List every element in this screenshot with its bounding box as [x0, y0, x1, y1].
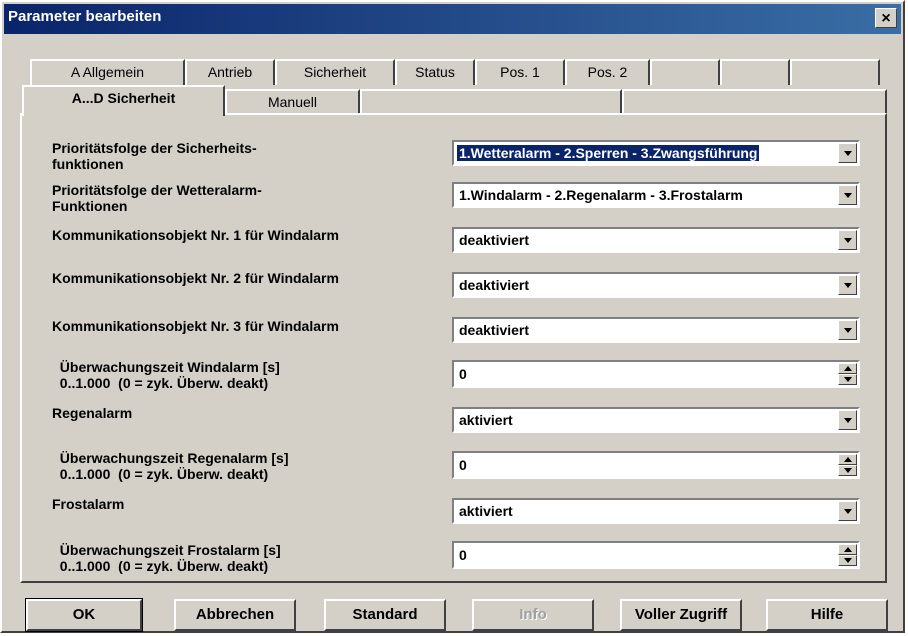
- select-value: deaktiviert: [459, 277, 530, 293]
- frost-alarm-select[interactable]: aktiviert: [452, 498, 860, 524]
- param-label-wind-monitor: Überwachungszeit Windalarm [s] 0..1.000 …: [59, 359, 280, 391]
- tab-sicherheit[interactable]: Sicherheit: [275, 59, 395, 85]
- spin-value: 0: [459, 547, 467, 563]
- param-label-frost-alarm: Frostalarm: [52, 496, 125, 512]
- param-label-rain-alarm: Regenalarm: [52, 405, 133, 421]
- tab-pos-2[interactable]: Pos. 2: [565, 59, 650, 85]
- tab-manuell[interactable]: Manuell: [225, 89, 360, 113]
- parameter-dialog: Parameter bearbeiten × A Allgemein Antri…: [0, 0, 905, 633]
- chevron-down-icon[interactable]: [838, 275, 857, 295]
- tab-empty-5[interactable]: [622, 89, 887, 113]
- chevron-down-icon[interactable]: [838, 320, 857, 340]
- chevron-down-icon[interactable]: [838, 185, 857, 205]
- spin-value: 0: [459, 457, 467, 473]
- close-button[interactable]: ×: [875, 8, 897, 28]
- chevron-down-icon[interactable]: [838, 501, 857, 521]
- comobj-1-select[interactable]: deaktiviert: [452, 227, 860, 253]
- spin-down-icon[interactable]: [838, 374, 857, 385]
- param-label-comobj-1: Kommunikationsobjekt Nr. 1 für Windalarm: [52, 227, 339, 243]
- chevron-down-icon[interactable]: [838, 230, 857, 250]
- comobj-2-select[interactable]: deaktiviert: [452, 272, 860, 298]
- weather-priority-select[interactable]: 1.Windalarm - 2.Regenalarm - 3.Frostalar…: [452, 182, 860, 208]
- info-button[interactable]: Info: [472, 599, 594, 631]
- select-value: deaktiviert: [459, 322, 530, 338]
- tab-pos-1[interactable]: Pos. 1: [475, 59, 565, 85]
- chevron-down-icon[interactable]: [838, 410, 857, 430]
- spin-up-icon[interactable]: [838, 363, 857, 374]
- spin-up-icon[interactable]: [838, 544, 857, 555]
- frost-monitor-time-input[interactable]: 0: [452, 541, 860, 569]
- tab-a-d-sicherheit[interactable]: A...D Sicherheit: [22, 85, 225, 116]
- param-label-comobj-2: Kommunikationsobjekt Nr. 2 für Windalarm: [52, 270, 339, 286]
- comobj-3-select[interactable]: deaktiviert: [452, 317, 860, 343]
- spin-up-icon[interactable]: [838, 454, 857, 465]
- select-value: deaktiviert: [459, 232, 530, 248]
- param-label-rain-monitor: Überwachungszeit Regenalarm [s] 0..1.000…: [59, 450, 289, 482]
- standard-button[interactable]: Standard: [324, 599, 446, 631]
- tab-empty-2[interactable]: [720, 59, 790, 85]
- full-access-button[interactable]: Voller Zugriff: [620, 599, 742, 631]
- select-value: aktiviert: [459, 412, 513, 428]
- ok-button[interactable]: OK: [25, 598, 143, 632]
- tab-antrieb[interactable]: Antrieb: [185, 59, 275, 85]
- wind-monitor-time-input[interactable]: 0: [452, 360, 860, 388]
- cancel-button[interactable]: Abbrechen: [174, 599, 296, 631]
- param-label-frost-monitor: Überwachungszeit Frostalarm [s] 0..1.000…: [59, 542, 281, 574]
- chevron-down-icon[interactable]: [838, 143, 857, 163]
- rain-alarm-select[interactable]: aktiviert: [452, 407, 860, 433]
- spin-value: 0: [459, 366, 467, 382]
- tab-empty-3[interactable]: [790, 59, 880, 85]
- tab-allgemein[interactable]: A Allgemein: [30, 59, 185, 85]
- title-bar[interactable]: Parameter bearbeiten ×: [4, 4, 901, 34]
- spin-down-icon[interactable]: [838, 465, 857, 476]
- security-priority-select[interactable]: 1.Wetteralarm - 2.Sperren - 3.Zwangsführ…: [452, 140, 860, 166]
- select-value: 1.Windalarm - 2.Regenalarm - 3.Frostalar…: [459, 187, 743, 203]
- select-value: 1.Wetteralarm - 2.Sperren - 3.Zwangsführ…: [455, 144, 761, 162]
- help-button[interactable]: Hilfe: [766, 599, 888, 631]
- param-label-security-priority: Prioritätsfolge der Sicherheits- funktio…: [52, 140, 257, 172]
- rain-monitor-time-input[interactable]: 0: [452, 451, 860, 479]
- window-title: Parameter bearbeiten: [8, 8, 162, 25]
- tab-status[interactable]: Status: [395, 59, 475, 85]
- param-label-comobj-3: Kommunikationsobjekt Nr. 3 für Windalarm: [52, 318, 339, 334]
- spin-down-icon[interactable]: [838, 555, 857, 566]
- tab-empty-4[interactable]: [360, 89, 622, 113]
- select-value: aktiviert: [459, 503, 513, 519]
- tab-empty-1[interactable]: [650, 59, 720, 85]
- param-label-weather-priority: Prioritätsfolge der Wetteralarm- Funktio…: [52, 182, 262, 214]
